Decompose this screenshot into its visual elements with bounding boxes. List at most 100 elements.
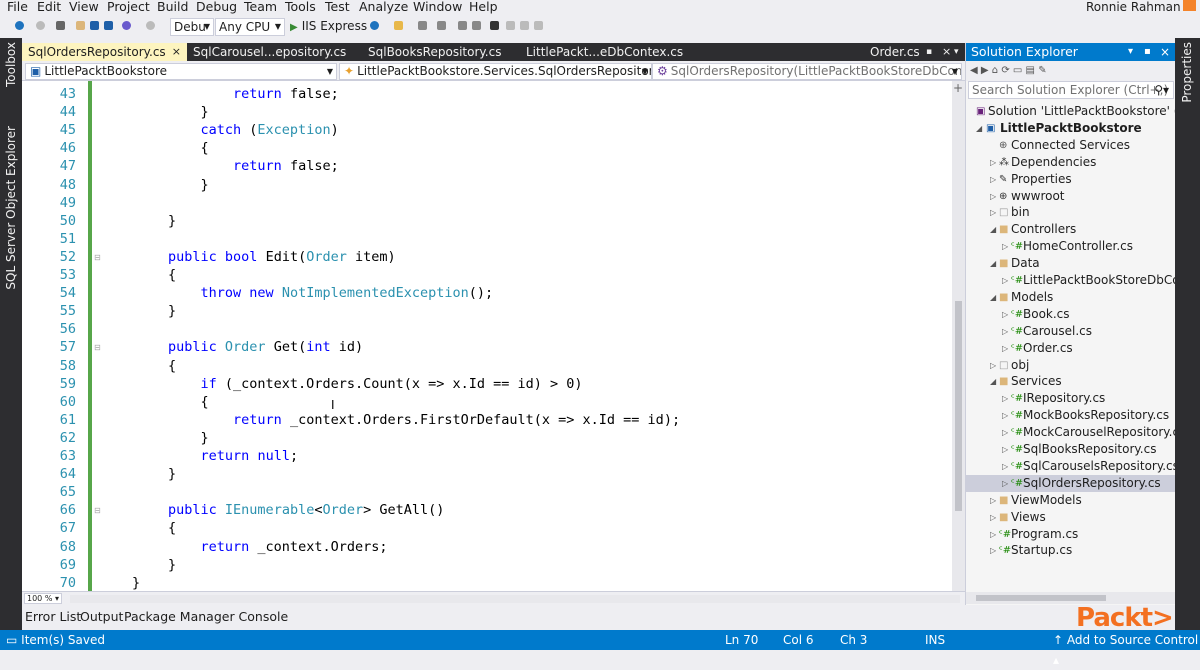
editor-horizontal-scrollbar[interactable] bbox=[70, 595, 960, 603]
code-line[interactable]: { bbox=[168, 520, 176, 536]
zoom-select[interactable]: 100 % ▾ bbox=[24, 593, 62, 604]
code-line[interactable]: return false; bbox=[168, 158, 339, 174]
back-icon[interactable]: ◀ bbox=[970, 65, 978, 76]
save-icon[interactable] bbox=[90, 21, 99, 30]
tree-item[interactable]: ◢ ■ Models bbox=[966, 289, 1176, 306]
code-line[interactable]: } bbox=[132, 575, 140, 591]
code-line[interactable]: { bbox=[168, 140, 209, 156]
tree-item[interactable]: ▷ ✎ Properties bbox=[966, 171, 1176, 188]
collapsed-arrow-icon[interactable]: ▷ bbox=[990, 188, 996, 205]
tab-error-list[interactable]: Error List bbox=[25, 609, 81, 624]
tree-item[interactable]: ▷ ᶜ# Program.cs bbox=[966, 526, 1176, 543]
tab-sqlcarouselrepository[interactable]: SqlCarousel...epository.cs bbox=[187, 43, 362, 61]
home-icon[interactable]: ⌂ bbox=[992, 65, 998, 76]
code-line[interactable]: catch (Exception) bbox=[168, 122, 339, 138]
menu-window[interactable]: Window bbox=[413, 0, 462, 14]
clear-bookmark-icon[interactable] bbox=[534, 21, 543, 30]
class-dropdown[interactable]: ✦ LittlePacktBookstore.Services.SqlOrders… bbox=[339, 63, 652, 80]
expanded-arrow-icon[interactable]: ◢ bbox=[990, 289, 996, 306]
split-icon[interactable]: + bbox=[953, 81, 963, 95]
code-line[interactable]: if (_context.Orders.Count(x => x.Id == i… bbox=[168, 376, 583, 392]
close-icon[interactable]: × bbox=[1160, 43, 1170, 61]
collapsed-arrow-icon[interactable]: ▷ bbox=[1002, 390, 1008, 407]
properties-icon[interactable]: ✎ bbox=[1038, 65, 1046, 76]
collapsed-arrow-icon[interactable]: ▷ bbox=[1002, 272, 1008, 289]
step-icon[interactable] bbox=[418, 21, 427, 30]
tree-item[interactable]: ▷ □ bin bbox=[966, 204, 1176, 221]
tree-item[interactable]: ▷ ᶜ# Book.cs bbox=[966, 306, 1176, 323]
collapsed-arrow-icon[interactable]: ▷ bbox=[1002, 424, 1008, 441]
code-line[interactable]: } bbox=[168, 466, 176, 482]
tree-item[interactable]: ◢ ■ Services bbox=[966, 373, 1176, 390]
code-line[interactable]: { bbox=[168, 267, 176, 283]
tree-item[interactable]: ▷ ⁂ Dependencies bbox=[966, 154, 1176, 171]
code-line[interactable]: return false; bbox=[168, 86, 339, 102]
user-name[interactable]: Ronnie Rahman bbox=[1086, 0, 1181, 14]
collapsed-arrow-icon[interactable]: ▷ bbox=[1002, 407, 1008, 424]
scroll-thumb[interactable] bbox=[955, 301, 962, 511]
pin-icon[interactable]: ▪ bbox=[926, 43, 932, 61]
menu-help[interactable]: Help bbox=[469, 0, 498, 14]
code-editor[interactable]: 43 44 45 46 47 48 49 50 51 52 53 54 55 56 57 58 59 60 61 62… bbox=[22, 81, 952, 591]
collapsed-arrow-icon[interactable]: ▷ bbox=[990, 204, 996, 221]
menu-analyze[interactable]: Analyze bbox=[359, 0, 408, 14]
code-line[interactable]: { bbox=[168, 394, 209, 410]
undo-icon[interactable] bbox=[122, 21, 131, 30]
tree-item[interactable]: ◢ ■ Data bbox=[966, 255, 1176, 272]
pin-icon[interactable]: ▪ bbox=[1144, 43, 1151, 61]
tab-order[interactable]: Order.cs ▪ × ▾ bbox=[864, 43, 964, 61]
open-folder-icon[interactable] bbox=[76, 21, 85, 30]
menu-team[interactable]: Team bbox=[244, 0, 277, 14]
code-line[interactable]: } bbox=[168, 177, 209, 193]
save-all-icon[interactable] bbox=[104, 21, 113, 30]
outdent-icon[interactable] bbox=[472, 21, 481, 30]
tree-item[interactable]: ▷ ᶜ# Order.cs bbox=[966, 340, 1176, 357]
tree-item[interactable]: ⊕ Connected Services bbox=[966, 137, 1176, 154]
tree-item[interactable]: ▷ ᶜ# HomeController.cs bbox=[966, 238, 1176, 255]
member-dropdown[interactable]: ⚙ SqlOrdersRepository(LittlePacktBookStor… bbox=[652, 63, 962, 80]
collapsed-arrow-icon[interactable]: ▷ bbox=[1002, 306, 1008, 323]
tree-item[interactable]: ▷ ᶜ# MockCarouselRepository.cs bbox=[966, 424, 1176, 441]
expanded-arrow-icon[interactable]: ◢ bbox=[976, 120, 982, 137]
user-avatar[interactable] bbox=[1183, 0, 1196, 11]
collapsed-arrow-icon[interactable]: ▷ bbox=[990, 492, 996, 509]
code-line[interactable]: { bbox=[168, 358, 176, 374]
tab-dbcontext[interactable]: LittlePackt...eDbContex.cs bbox=[522, 43, 692, 61]
show-all-files-icon[interactable]: ▤ bbox=[1026, 65, 1035, 76]
prev-bookmark-icon[interactable] bbox=[506, 21, 515, 30]
collapsed-arrow-icon[interactable]: ▷ bbox=[1002, 340, 1008, 357]
code-line[interactable]: } bbox=[168, 213, 176, 229]
format-icon[interactable] bbox=[437, 21, 446, 30]
refresh-icon[interactable] bbox=[370, 21, 379, 30]
tab-output[interactable]: Output bbox=[80, 609, 123, 624]
collapsed-arrow-icon[interactable]: ▷ bbox=[990, 154, 996, 171]
tab-package-manager-console[interactable]: Package Manager Console bbox=[124, 609, 288, 624]
tree-item[interactable]: ▷ ᶜ# Startup.cs bbox=[966, 542, 1176, 559]
collapse-outline-icon[interactable]: ⊟ bbox=[94, 253, 101, 262]
collapse-all-icon[interactable]: ▭ bbox=[1013, 65, 1022, 76]
tree-item[interactable]: ◢ ▣ LittlePacktBookstore bbox=[966, 120, 1176, 137]
collapse-outline-icon[interactable]: ⊟ bbox=[94, 506, 101, 515]
code-line[interactable]: } bbox=[168, 104, 209, 120]
back-icon[interactable] bbox=[15, 21, 24, 30]
redo-icon[interactable] bbox=[146, 21, 155, 30]
collapsed-arrow-icon[interactable]: ▷ bbox=[1002, 441, 1008, 458]
indent-icon[interactable] bbox=[458, 21, 467, 30]
expanded-arrow-icon[interactable]: ◢ bbox=[990, 221, 996, 238]
tab-list-icon[interactable]: ▾ bbox=[954, 43, 959, 61]
bookmark-icon[interactable] bbox=[490, 21, 499, 30]
code-line[interactable]: return null; bbox=[168, 448, 299, 464]
collapsed-arrow-icon[interactable]: ▷ bbox=[1002, 323, 1008, 340]
collapsed-arrow-icon[interactable]: ▷ bbox=[990, 171, 996, 188]
forward-icon[interactable]: ▶ bbox=[981, 65, 989, 76]
platform-select[interactable]: Any CPU ▼ bbox=[215, 18, 285, 36]
tree-item[interactable]: ▷ □ obj bbox=[966, 357, 1176, 374]
code-line[interactable]: public bool Edit(Order item) bbox=[168, 249, 396, 265]
collapsed-arrow-icon[interactable]: ▷ bbox=[990, 526, 996, 543]
dropdown-icon[interactable]: ▾ bbox=[1128, 43, 1133, 61]
tree-item[interactable]: ▷ ■ Views bbox=[966, 509, 1176, 526]
tree-item[interactable]: ▷ ᶜ# SqlBooksRepository.cs bbox=[966, 441, 1176, 458]
start-debug-button[interactable]: ▶IIS Express ▾ bbox=[290, 18, 377, 36]
tree-item[interactable]: ▷ᶜ#LittlePacktBookStoreDbConte bbox=[966, 272, 1176, 289]
code-line[interactable]: throw new NotImplementedException(); bbox=[168, 285, 494, 301]
